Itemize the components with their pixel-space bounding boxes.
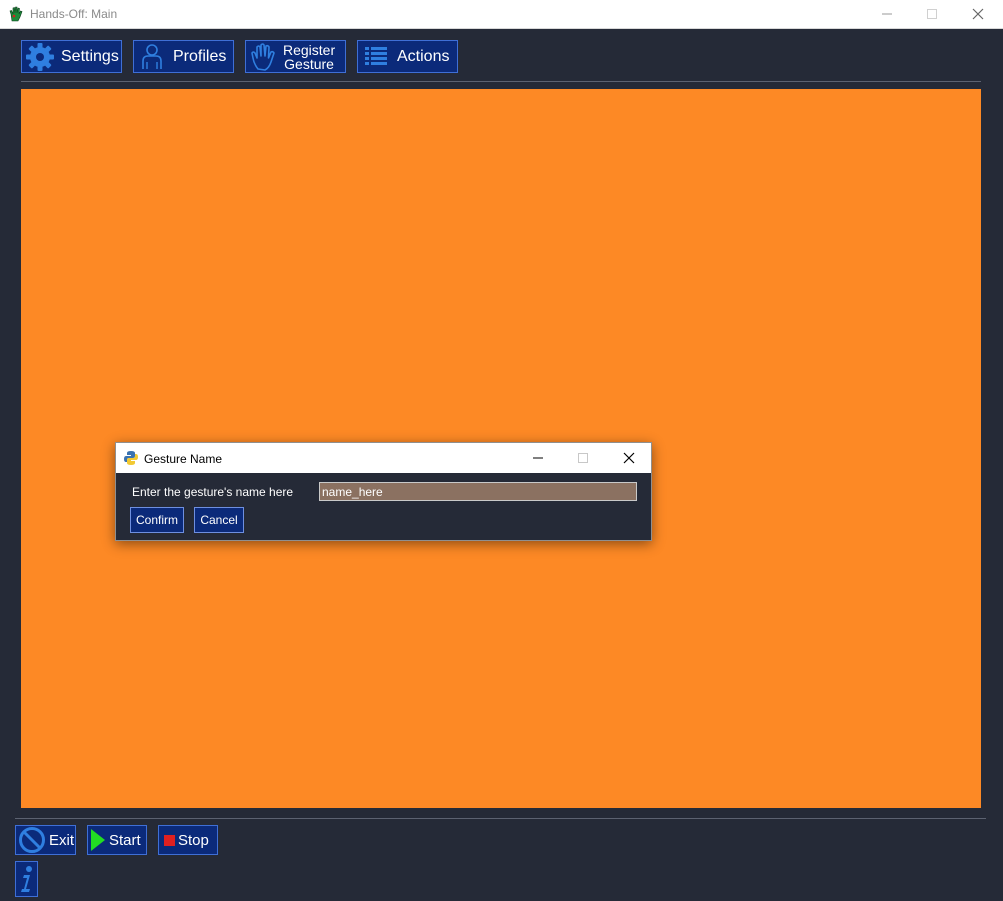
top-divider bbox=[21, 81, 981, 82]
dialog-maximize-button[interactable] bbox=[560, 443, 606, 473]
register-label-line2: Gesture bbox=[284, 55, 334, 72]
maximize-icon bbox=[927, 9, 937, 19]
actions-label: Actions bbox=[397, 47, 450, 65]
maximize-button[interactable] bbox=[909, 0, 955, 28]
gesture-name-prompt: Enter the gesture's name here bbox=[132, 485, 294, 499]
info-icon bbox=[18, 864, 36, 894]
hand-icon bbox=[8, 6, 24, 22]
stop-icon bbox=[164, 834, 175, 846]
close-button[interactable] bbox=[955, 0, 1001, 28]
hand-outline-icon bbox=[249, 42, 279, 72]
register-gesture-button[interactable]: Register Gesture bbox=[245, 40, 346, 73]
profiles-button[interactable]: Profiles bbox=[133, 40, 234, 73]
stop-button[interactable]: Stop bbox=[158, 825, 218, 855]
exit-label: Exit bbox=[49, 831, 75, 849]
main-titlebar: Hands-Off: Main bbox=[0, 0, 1003, 29]
register-gesture-label: Register Gesture bbox=[283, 43, 335, 71]
actions-button[interactable]: Actions bbox=[357, 40, 458, 73]
python-icon bbox=[123, 450, 139, 471]
info-button[interactable] bbox=[15, 861, 38, 897]
list-icon bbox=[361, 42, 391, 72]
start-button[interactable]: Start bbox=[87, 825, 147, 855]
window-title: Hands-Off: Main bbox=[30, 7, 118, 21]
dialog-close-button[interactable] bbox=[606, 443, 652, 473]
close-icon bbox=[623, 452, 635, 464]
dialog-titlebar: Gesture Name bbox=[116, 443, 651, 473]
play-icon bbox=[90, 828, 106, 852]
minimize-icon bbox=[533, 457, 543, 459]
gesture-name-input[interactable] bbox=[319, 482, 637, 501]
maximize-icon bbox=[578, 453, 588, 463]
minimize-icon bbox=[882, 13, 892, 15]
dialog-minimize-button[interactable] bbox=[515, 443, 561, 473]
person-icon bbox=[137, 42, 167, 72]
settings-label: Settings bbox=[61, 47, 119, 65]
close-icon bbox=[972, 8, 984, 20]
bottom-divider bbox=[15, 818, 986, 819]
gear-icon bbox=[25, 42, 55, 72]
cancel-button[interactable]: Cancel bbox=[194, 507, 244, 533]
no-entry-icon bbox=[18, 826, 46, 854]
dialog-title: Gesture Name bbox=[144, 452, 223, 466]
stop-label: Stop bbox=[178, 831, 209, 849]
settings-button[interactable]: Settings bbox=[21, 40, 122, 73]
minimize-button[interactable] bbox=[864, 0, 910, 28]
start-label: Start bbox=[109, 831, 141, 849]
exit-button[interactable]: Exit bbox=[15, 825, 76, 855]
confirm-button[interactable]: Confirm bbox=[130, 507, 184, 533]
profiles-label: Profiles bbox=[173, 47, 227, 65]
gesture-name-dialog: Gesture Name Enter the gesture's name he… bbox=[115, 442, 652, 541]
